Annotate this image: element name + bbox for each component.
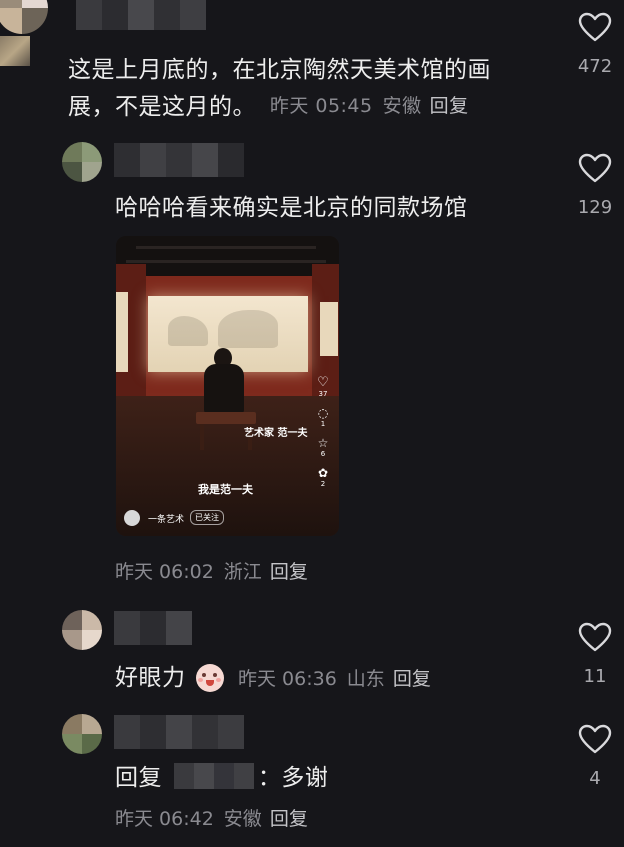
username-blurred[interactable] xyxy=(114,611,192,645)
like-button[interactable]: 4 xyxy=(570,724,620,790)
comment-meta: 昨天 06:36 山东 回复 xyxy=(238,666,431,692)
like-button[interactable]: 472 xyxy=(570,12,620,78)
comment-time: 昨天 06:42 xyxy=(115,808,214,830)
ceiling-truss xyxy=(136,246,316,249)
share-icon: ✿ xyxy=(317,466,329,480)
comment-location: 浙江 xyxy=(223,561,262,583)
avatar-lower xyxy=(0,36,30,66)
person-body xyxy=(204,364,244,414)
username-blurred[interactable] xyxy=(114,143,244,177)
like-count: 4 xyxy=(589,768,601,789)
video-follow-badge: 已关注 xyxy=(190,510,224,525)
painting-left xyxy=(116,292,128,372)
comment-time: 昨天 06:02 xyxy=(115,561,214,583)
username-blurred[interactable] xyxy=(114,715,244,749)
heart-icon xyxy=(578,153,612,183)
reply-button[interactable]: 回复 xyxy=(393,668,431,690)
video-author-name: 一条艺术 xyxy=(148,515,185,525)
video-favorite-count: 6 xyxy=(320,450,326,458)
like-count: 129 xyxy=(577,197,613,218)
comment-location: 安徽 xyxy=(382,95,422,117)
video-share-count: 2 xyxy=(320,480,326,488)
video-like-count: 37 xyxy=(318,390,328,398)
avatar[interactable] xyxy=(62,142,102,182)
comment-time: 昨天 06:36 xyxy=(238,668,337,690)
username-blurred[interactable] xyxy=(76,0,206,30)
star-icon: ☆ xyxy=(317,436,329,450)
avatar[interactable] xyxy=(62,610,102,650)
video-thumbnail[interactable]: 艺术家 范一夫 我是范一夫 ♡ 37 ◌ 1 ☆ 6 ✿ 2 一条艺术 已关注 xyxy=(116,236,339,536)
comment-text: 这是上月底的，在北京陶然天美术馆的画 展，不是这月的。 昨天 05:45 安徽 回复 xyxy=(68,57,491,120)
heart-icon: ♡ xyxy=(317,375,329,390)
heart-icon xyxy=(578,622,612,652)
comment-location: 安徽 xyxy=(223,808,262,830)
video-comment-count: 1 xyxy=(320,420,326,428)
comment-location: 山东 xyxy=(346,668,385,690)
comment-time: 昨天 05:45 xyxy=(269,95,373,117)
peach-face-emoji xyxy=(196,664,224,692)
like-button[interactable]: 11 xyxy=(570,622,620,688)
video-caption-small: 艺术家 范一夫 xyxy=(244,428,308,439)
video-author-avatar xyxy=(124,510,140,526)
comment-meta: 昨天 06:02 浙江 回复 xyxy=(115,559,308,585)
bench xyxy=(196,412,256,424)
comment-text: 好眼力 xyxy=(115,665,186,691)
mentioned-user-blurred[interactable] xyxy=(173,763,254,789)
ceiling-truss xyxy=(126,260,326,263)
ceiling xyxy=(116,236,339,276)
like-button[interactable]: 129 xyxy=(570,153,620,219)
reply-button[interactable]: 回复 xyxy=(430,95,469,117)
comment-text: 哈哈哈看来确实是北京的同款场馆 xyxy=(115,195,468,221)
painting-right xyxy=(320,302,338,356)
like-count: 472 xyxy=(577,56,613,77)
video-caption-main: 我是范一夫 xyxy=(198,483,253,496)
heart-icon xyxy=(578,724,612,754)
comment-meta: 昨天 06:42 安徽 回复 xyxy=(115,806,308,832)
reply-button[interactable]: 回复 xyxy=(270,561,308,583)
video-side-actions: ♡ 37 ◌ 1 ☆ 6 ✿ 2 xyxy=(314,375,332,489)
avatar[interactable] xyxy=(0,0,48,34)
avatar[interactable] xyxy=(62,714,102,754)
heart-icon xyxy=(578,12,612,42)
like-count: 11 xyxy=(583,666,607,687)
comment-text: 回复 ：多谢 xyxy=(115,763,329,791)
comment-bubble-icon: ◌ xyxy=(317,406,329,420)
reply-button[interactable]: 回复 xyxy=(270,808,308,830)
